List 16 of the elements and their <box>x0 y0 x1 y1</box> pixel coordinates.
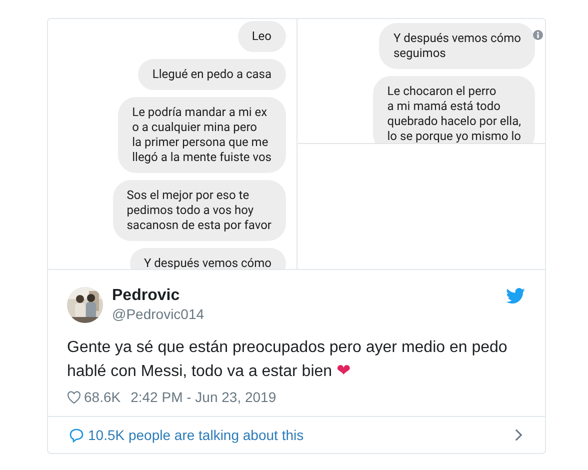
author-handle[interactable]: @Pedrovic014 <box>112 305 506 323</box>
like-button[interactable]: 68.6K <box>67 389 121 405</box>
author-name[interactable]: Pedrovic <box>112 286 506 305</box>
tweet-text: Gente ya sé que están preocupados pero ayer medio en pedo hablé con Messi, todo va a estar bien ❤ <box>67 338 508 382</box>
speech-bubble-icon <box>69 428 84 442</box>
bird-icon[interactable] <box>506 288 525 304</box>
conversation-link[interactable]: 10.5K people are talking about this <box>48 416 545 453</box>
message-bubble: Llegué en pedo a casa <box>138 59 286 90</box>
message-bubble: Le chocaron el perro a mi mamá está todo quebrado hacelo por ella, lo se porque yo mismo lo <box>373 76 535 143</box>
tweet-timestamp[interactable]: 2:42 PM - Jun 23, 2019 <box>130 389 276 405</box>
message-bubble: Sos el mejor por eso te pedimos todo a vos hoy sacanosn de esta por favor <box>112 180 286 241</box>
message-bubble: Leo <box>238 21 286 52</box>
chevron-right-icon <box>514 428 523 442</box>
message-bubble: Le podría mandar a mi ex o a cualquier mina pero la primer persona que me llegó a la mente fuiste vos <box>118 97 286 173</box>
message-bubble: Y después vemos cómo seguimos <box>379 23 535 69</box>
heart-icon <box>67 390 81 404</box>
